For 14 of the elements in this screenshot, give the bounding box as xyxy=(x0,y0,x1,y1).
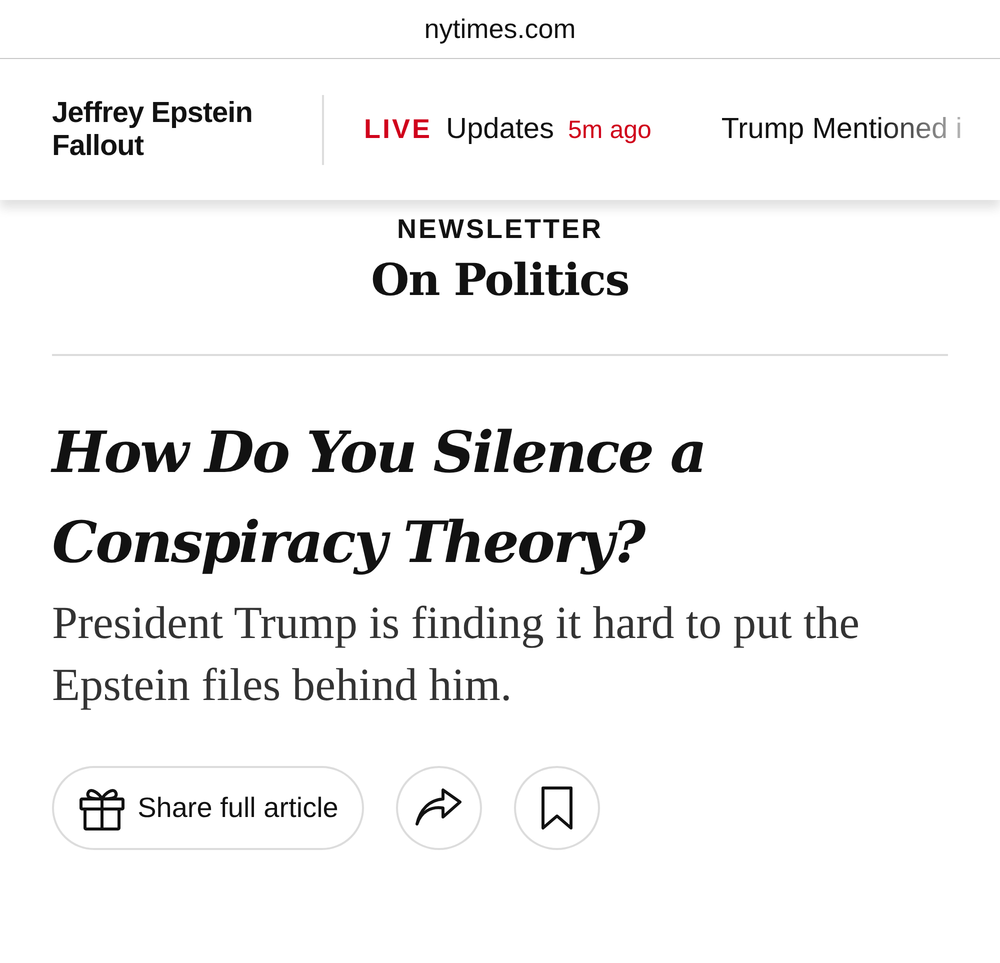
timestamp: 5m ago xyxy=(568,116,652,145)
topic-title[interactable]: Jeffrey Epstein Fallout xyxy=(52,96,292,162)
newsletter-label: NEWSLETTER xyxy=(396,214,604,245)
share-article-button[interactable]: Share full article xyxy=(52,766,364,850)
address-bar[interactable]: nytimes.com xyxy=(0,0,1000,59)
topic-link[interactable]: Trump Mentioned i xyxy=(721,113,962,146)
bookmark-icon xyxy=(540,786,574,830)
topic-link[interactable]: Updates xyxy=(446,113,554,146)
share-icon xyxy=(415,788,463,828)
headline: How Do You Silence a Conspiracy Theory? xyxy=(52,418,706,578)
newsletter-name[interactable]: On Politics xyxy=(52,255,948,306)
url-text: nytimes.com xyxy=(424,14,576,44)
live-label: LIVE xyxy=(364,114,432,145)
summary: President Trump is finding it hard to put the Epstein files behind him. xyxy=(52,596,861,712)
